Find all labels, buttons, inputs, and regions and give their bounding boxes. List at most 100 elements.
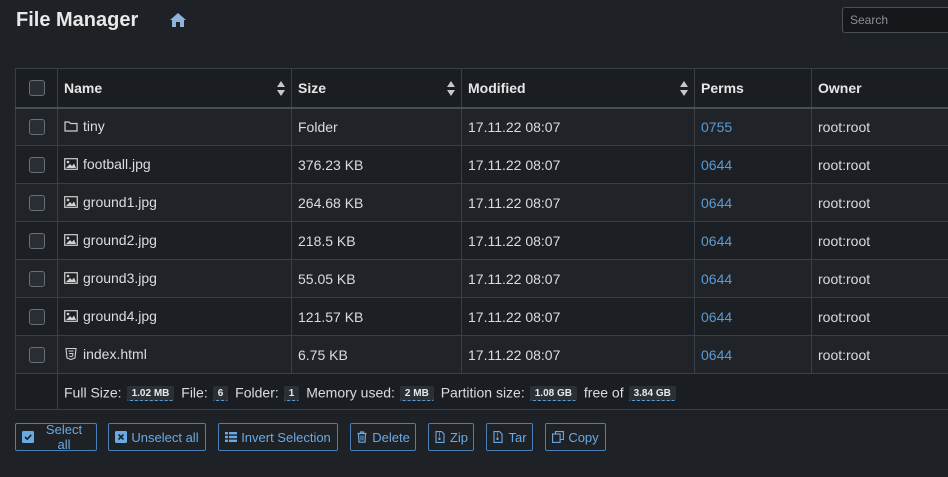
file-name-link[interactable]: football.jpg: [64, 156, 151, 172]
unselect-all-button[interactable]: Unselect all: [108, 423, 206, 451]
owner-cell: root:root: [811, 183, 948, 222]
table-row[interactable]: ground3.jpg 55.05 KB 17.11.22 08:07 0644 roo…: [15, 259, 948, 298]
modified-cell: 17.11.22 08:07: [461, 107, 695, 146]
file-zip-icon: [434, 431, 446, 443]
perms-link[interactable]: 0755: [701, 119, 732, 135]
tar-button[interactable]: Tar: [486, 423, 533, 451]
column-header-label: Size: [298, 79, 327, 96]
modified-cell: 17.11.22 08:07: [461, 145, 695, 184]
file-name-link[interactable]: tiny: [64, 118, 105, 134]
name-cell: tiny: [57, 107, 292, 146]
row-checkbox[interactable]: [28, 309, 45, 326]
sort-icon[interactable]: [680, 81, 688, 96]
row-checkbox[interactable]: [28, 119, 45, 136]
file-name-link[interactable]: ground2.jpg: [64, 232, 157, 248]
zip-button[interactable]: Zip: [428, 423, 474, 451]
file-name-link[interactable]: ground4.jpg: [64, 308, 157, 324]
partition-size-label: Partition size:: [440, 384, 525, 401]
column-header-perms: Perms: [694, 68, 812, 109]
table-row[interactable]: index.html 6.75 KB 17.11.22 08:07 0644 root:…: [15, 335, 948, 374]
file-name-link[interactable]: ground1.jpg: [64, 194, 157, 210]
search-input[interactable]: [842, 7, 948, 33]
copy-button[interactable]: Copy: [545, 423, 606, 451]
image-icon: [64, 196, 78, 208]
owner-cell: root:root: [811, 335, 948, 374]
column-header-label: Perms: [701, 79, 744, 96]
file-table: Name Size Modified Perms Owner tiny Folde…: [15, 68, 948, 410]
file-name-link[interactable]: ground3.jpg: [64, 270, 157, 286]
button-label: Delete: [372, 429, 410, 445]
modified-cell: 17.11.22 08:07: [461, 221, 695, 260]
invert-selection-button[interactable]: Invert Selection: [218, 423, 338, 451]
size-cell: 376.23 KB: [291, 145, 462, 184]
row-checkbox-cell: [15, 107, 58, 146]
size-cell: 218.5 KB: [291, 221, 462, 260]
column-header-label: Name: [64, 79, 103, 96]
row-checkbox[interactable]: [28, 271, 45, 288]
memory-used-label: Memory used:: [306, 384, 395, 401]
name-cell: ground3.jpg: [57, 259, 292, 298]
owner-cell: root:root: [811, 145, 948, 184]
trash-icon: [356, 431, 368, 443]
file-count-label: File:: [181, 384, 208, 401]
row-checkbox[interactable]: [28, 233, 45, 250]
row-checkbox[interactable]: [28, 157, 45, 174]
name-cell: index.html: [57, 335, 292, 374]
table-row[interactable]: tiny Folder 17.11.22 08:07 0755 root:root: [15, 107, 948, 146]
row-checkbox-cell: [15, 221, 58, 260]
column-header-modified[interactable]: Modified: [461, 68, 695, 109]
size-cell: Folder: [291, 107, 462, 146]
file-name-link[interactable]: index.html: [64, 346, 147, 362]
file-name: ground3.jpg: [83, 270, 157, 286]
name-cell: ground1.jpg: [57, 183, 292, 222]
summary-cell: Full Size: 1.02 MB File: 6 Folder: 1 Memory…: [57, 373, 948, 410]
summary-row: Full Size: 1.02 MB File: 6 Folder: 1 Memory…: [15, 373, 948, 410]
file-name: index.html: [83, 346, 147, 362]
modified-cell: 17.11.22 08:07: [461, 297, 695, 336]
button-label: Copy: [568, 429, 599, 445]
delete-button[interactable]: Delete: [350, 423, 416, 451]
perms-link[interactable]: 0644: [701, 195, 732, 211]
column-header-size[interactable]: Size: [291, 68, 462, 109]
partition-size-badge: 1.08 GB: [529, 385, 577, 401]
row-checkbox-cell: [15, 145, 58, 184]
column-header-name[interactable]: Name: [57, 68, 292, 109]
button-label: Zip: [449, 429, 469, 445]
row-checkbox[interactable]: [28, 195, 45, 212]
image-icon: [64, 310, 78, 322]
modified-cell: 17.11.22 08:07: [461, 335, 695, 374]
perms-link[interactable]: 0644: [701, 309, 732, 325]
button-label: Select all: [45, 422, 83, 452]
perms-link[interactable]: 0644: [701, 271, 732, 287]
html5-icon: [64, 348, 78, 360]
file-name: tiny: [83, 118, 105, 135]
perms-link[interactable]: 0644: [701, 157, 732, 173]
row-checkbox[interactable]: [28, 347, 45, 364]
name-cell: ground4.jpg: [57, 297, 292, 336]
perms-link[interactable]: 0644: [701, 233, 732, 249]
folder-count-badge: 1: [283, 385, 300, 401]
sort-icon[interactable]: [277, 81, 285, 96]
modified-cell: 17.11.22 08:07: [461, 259, 695, 298]
list-icon: [225, 431, 238, 443]
table-row[interactable]: ground4.jpg 121.57 KB 17.11.22 08:07 0644 ro…: [15, 297, 948, 336]
table-row[interactable]: football.jpg 376.23 KB 17.11.22 08:07 0644 r…: [15, 145, 948, 184]
file-count-badge: 6: [212, 385, 229, 401]
top-navbar: File Manager: [0, 0, 948, 46]
select-all-button[interactable]: Select all: [15, 422, 97, 452]
table-row[interactable]: ground2.jpg 218.5 KB 17.11.22 08:07 0644 roo…: [15, 221, 948, 260]
app-title[interactable]: File Manager: [16, 9, 138, 32]
x-square-icon: [115, 431, 128, 443]
select-all-checkbox[interactable]: [28, 80, 45, 97]
home-icon[interactable]: [169, 12, 187, 28]
perms-cell: 0644: [694, 145, 812, 184]
perms-link[interactable]: 0644: [701, 347, 732, 363]
image-icon: [64, 272, 78, 284]
file-name: football.jpg: [83, 156, 151, 172]
free-of-label: free of: [583, 384, 624, 401]
table-row[interactable]: ground1.jpg 264.68 KB 17.11.22 08:07 0644 ro…: [15, 183, 948, 222]
sort-icon[interactable]: [447, 81, 455, 96]
select-all-header-cell: [15, 68, 58, 109]
folder-icon: [64, 120, 78, 132]
check-square-icon: [22, 431, 34, 443]
